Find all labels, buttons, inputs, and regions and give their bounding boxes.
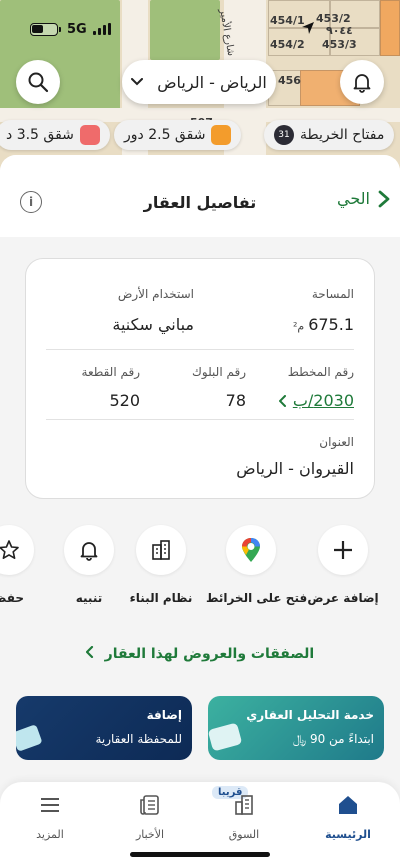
plan-label: رقم المخطط: [287, 365, 354, 379]
market-icon: [235, 795, 253, 815]
status-bar: 5G: [30, 18, 111, 40]
city-selector[interactable]: الرياض - الرياض: [122, 60, 276, 104]
alert-button[interactable]: تنبيه: [44, 525, 134, 605]
parcel-label: رقم القطعة: [81, 365, 140, 379]
back-to-district-button[interactable]: الحي: [337, 189, 390, 208]
google-maps-icon: [242, 538, 260, 562]
action-label: فتح على الخرائط: [206, 591, 308, 605]
nav-label: المزيد: [36, 828, 64, 841]
block-value: 78: [225, 391, 246, 410]
block-label: رقم البلوك: [191, 365, 246, 379]
action-label: تنبيه: [75, 591, 103, 605]
address-value: القيروان - الرياض: [236, 459, 354, 478]
nav-more[interactable]: المزيد: [10, 794, 90, 841]
chevron-left-icon: [278, 394, 286, 407]
nav-market[interactable]: السوق: [204, 794, 284, 841]
promo-title: خدمة التحليل العقاري: [246, 708, 374, 722]
sheet-header: i تفاصيل العقار الحي: [0, 155, 400, 237]
building-icon: [152, 540, 170, 560]
promo-subtitle: ابتداءً من 90 ﷼: [292, 732, 374, 746]
map-view[interactable]: 454/1 453/2 ٩٠٤٤ 454/2 453/3 456 507 شار…: [0, 0, 400, 170]
card-illustration-icon: [208, 722, 243, 752]
area-unit: م²: [292, 320, 305, 333]
property-details-card: المساحة م² 675.1 استخدام الأرض مباني سكن…: [25, 258, 375, 499]
lot-label: 456: [278, 74, 301, 87]
lot-label: 453/3: [322, 38, 357, 51]
color-swatch: [79, 125, 100, 145]
nav-label: الأخبار: [135, 828, 165, 841]
open-in-maps-button[interactable]: فتح على الخرائط: [206, 525, 308, 605]
chip-label: شقق 3.5 د: [6, 127, 74, 143]
action-label: حفظ: [0, 591, 25, 605]
legend-chip-map-key[interactable]: مفتاح الخريطة 31: [264, 120, 395, 150]
deals-link-label: الصفقات والعروض لهذا العقار: [104, 646, 315, 662]
network-label: 5G: [67, 21, 87, 37]
nav-label: السوق: [228, 828, 260, 841]
search-icon: [28, 72, 49, 93]
promo-add-portfolio[interactable]: إضافة للمحفظة العقارية: [16, 696, 192, 760]
home-indicator: [130, 852, 270, 857]
location-arrow-icon: [300, 20, 316, 40]
chevron-down-icon: [131, 78, 144, 86]
area-label: المساحة: [311, 287, 354, 301]
city-selector-label: الرياض - الرياض: [157, 72, 267, 92]
star-icon: [0, 540, 19, 559]
color-swatch: [211, 125, 232, 145]
promo-subtitle: للمحفظة العقارية: [95, 732, 182, 746]
chevron-left-icon: [85, 645, 93, 659]
bell-icon: [353, 74, 371, 93]
chip-label: مفتاح الخريطة: [300, 127, 385, 143]
lot-label: ٩٠٤٤: [326, 24, 353, 37]
notifications-button[interactable]: [340, 60, 384, 104]
signal-icon: [92, 23, 111, 35]
count-badge: 31: [274, 125, 294, 145]
map-green-area: [150, 0, 220, 60]
address-label: العنوان: [319, 435, 354, 449]
home-icon: [339, 796, 357, 814]
deals-offers-link[interactable]: الصفقات والعروض لهذا العقار: [0, 645, 400, 662]
legend-chip-apartments-3-5[interactable]: شقق 3.5 د: [0, 120, 110, 150]
back-label: الحي: [337, 189, 370, 208]
promo-title: إضافة: [146, 708, 182, 722]
nav-label: الرئيسية: [325, 828, 371, 841]
legend-chip-apartments-2-5[interactable]: شقق 2.5 دور: [114, 120, 242, 150]
nav-home[interactable]: الرئيسية: [308, 794, 388, 841]
menu-icon: [41, 798, 59, 812]
money-illustration-icon: [16, 724, 43, 752]
search-button[interactable]: [16, 60, 60, 104]
area-value-group: م² 675.1: [293, 315, 354, 334]
area-value: 675.1: [308, 315, 354, 334]
parcel-value: 520: [109, 391, 140, 410]
chip-label: شقق 2.5 دور: [124, 127, 206, 143]
action-label: إضافة عرض: [307, 591, 379, 605]
plan-link[interactable]: 2030/ب: [278, 391, 354, 410]
plan-value: 2030/ب: [292, 391, 354, 410]
action-buttons: إضافة عرض فتح على الخرائط نظام البناء تن…: [0, 525, 400, 615]
legend-chips: مفتاح الخريطة 31 شقق 2.5 دور شقق 3.5 د: [0, 120, 400, 154]
map-parcel-highlight: [380, 0, 400, 56]
nav-news[interactable]: الأخبار: [110, 794, 190, 841]
add-listing-button[interactable]: إضافة عرض: [298, 525, 388, 605]
news-icon: [140, 795, 159, 815]
land-use-value: مباني سكنية: [112, 315, 194, 334]
promo-analysis-service[interactable]: خدمة التحليل العقاري ابتداءً من 90 ﷼: [208, 696, 384, 760]
divider: [46, 349, 354, 350]
save-button[interactable]: حفظ: [0, 525, 44, 605]
chevron-right-icon: [378, 190, 390, 207]
land-use-label: استخدام الأرض: [117, 287, 194, 301]
plus-icon: [334, 541, 352, 559]
battery-icon: [30, 22, 58, 36]
bell-icon: [80, 542, 98, 561]
divider: [46, 419, 354, 420]
